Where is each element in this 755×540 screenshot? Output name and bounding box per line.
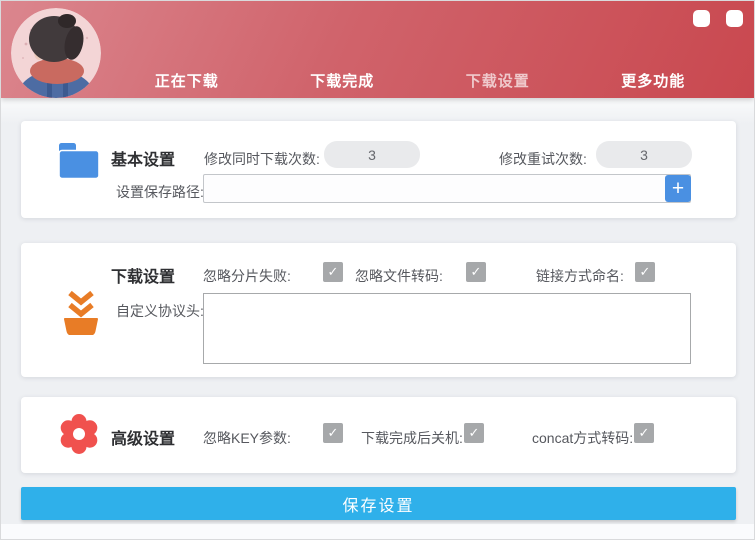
window-controls bbox=[693, 10, 743, 27]
header: 正在下载 下载完成 下载设置 更多功能 bbox=[1, 1, 754, 98]
minimize-button[interactable] bbox=[693, 10, 710, 27]
concurrent-downloads-input[interactable] bbox=[324, 141, 420, 168]
ignore-key-param-checkbox[interactable]: ✓ bbox=[323, 423, 343, 443]
tab-more-features[interactable]: 更多功能 bbox=[576, 70, 732, 91]
link-naming-label: 链接方式命名: bbox=[536, 266, 624, 286]
browse-path-button[interactable]: + bbox=[665, 175, 691, 202]
nav-tabs: 正在下载 下载完成 下载设置 更多功能 bbox=[109, 70, 731, 91]
close-button[interactable] bbox=[726, 10, 743, 27]
app-window: 正在下载 下载完成 下载设置 更多功能 基本设置 修改同时下载次数: 修改重试次… bbox=[0, 0, 755, 540]
ignore-fragment-fail-checkbox[interactable]: ✓ bbox=[323, 262, 343, 282]
avatar-illustration bbox=[11, 8, 101, 98]
footer-strip bbox=[1, 524, 755, 540]
save-path-label: 设置保存路径: bbox=[116, 182, 204, 202]
concat-transcode-checkbox[interactable]: ✓ bbox=[634, 423, 654, 443]
content-area: 基本设置 修改同时下载次数: 修改重试次数: 设置保存路径: + 下载设置 忽略… bbox=[1, 98, 755, 540]
avatar bbox=[11, 8, 101, 98]
custom-protocol-header-label: 自定义协议头: bbox=[116, 301, 204, 321]
concurrent-downloads-label: 修改同时下载次数: bbox=[204, 149, 320, 169]
advanced-settings-title: 高级设置 bbox=[111, 425, 175, 449]
ignore-key-param-label: 忽略KEY参数: bbox=[203, 428, 291, 448]
download-tray-icon bbox=[59, 289, 103, 335]
folder-icon bbox=[59, 143, 99, 179]
save-path-input[interactable] bbox=[203, 174, 691, 203]
tab-download-settings[interactable]: 下载设置 bbox=[420, 70, 576, 91]
concat-transcode-label: concat方式转码: bbox=[532, 428, 633, 448]
check-icon: ✓ bbox=[328, 264, 339, 280]
check-icon: ✓ bbox=[639, 425, 650, 441]
check-icon: ✓ bbox=[328, 425, 339, 441]
download-settings-card: 下载设置 忽略分片失败: ✓ 忽略文件转码: ✓ 链接方式命名: ✓ 自定义协议… bbox=[21, 243, 736, 377]
gear-flower-icon bbox=[59, 414, 99, 454]
retry-count-label: 修改重试次数: bbox=[499, 149, 587, 169]
retry-count-input[interactable] bbox=[596, 141, 692, 168]
tab-download-complete[interactable]: 下载完成 bbox=[265, 70, 421, 91]
custom-protocol-header-textarea[interactable] bbox=[203, 293, 691, 364]
ignore-file-transcode-label: 忽略文件转码: bbox=[355, 266, 443, 286]
ignore-fragment-fail-label: 忽略分片失败: bbox=[203, 266, 291, 286]
check-icon: ✓ bbox=[640, 264, 651, 280]
save-settings-button[interactable]: 保存设置 bbox=[21, 487, 736, 520]
advanced-settings-card: 高级设置 忽略KEY参数: ✓ 下载完成后关机: ✓ concat方式转码: ✓ bbox=[21, 397, 736, 473]
check-icon: ✓ bbox=[469, 425, 480, 441]
ignore-file-transcode-checkbox[interactable]: ✓ bbox=[466, 262, 486, 282]
download-settings-title: 下载设置 bbox=[111, 263, 175, 287]
basic-settings-card: 基本设置 修改同时下载次数: 修改重试次数: 设置保存路径: + bbox=[21, 121, 736, 218]
link-naming-checkbox[interactable]: ✓ bbox=[635, 262, 655, 282]
basic-settings-title: 基本设置 bbox=[111, 146, 175, 170]
check-icon: ✓ bbox=[471, 264, 482, 280]
shutdown-after-download-checkbox[interactable]: ✓ bbox=[464, 423, 484, 443]
shutdown-after-download-label: 下载完成后关机: bbox=[361, 428, 463, 448]
tab-downloading[interactable]: 正在下载 bbox=[109, 70, 265, 91]
